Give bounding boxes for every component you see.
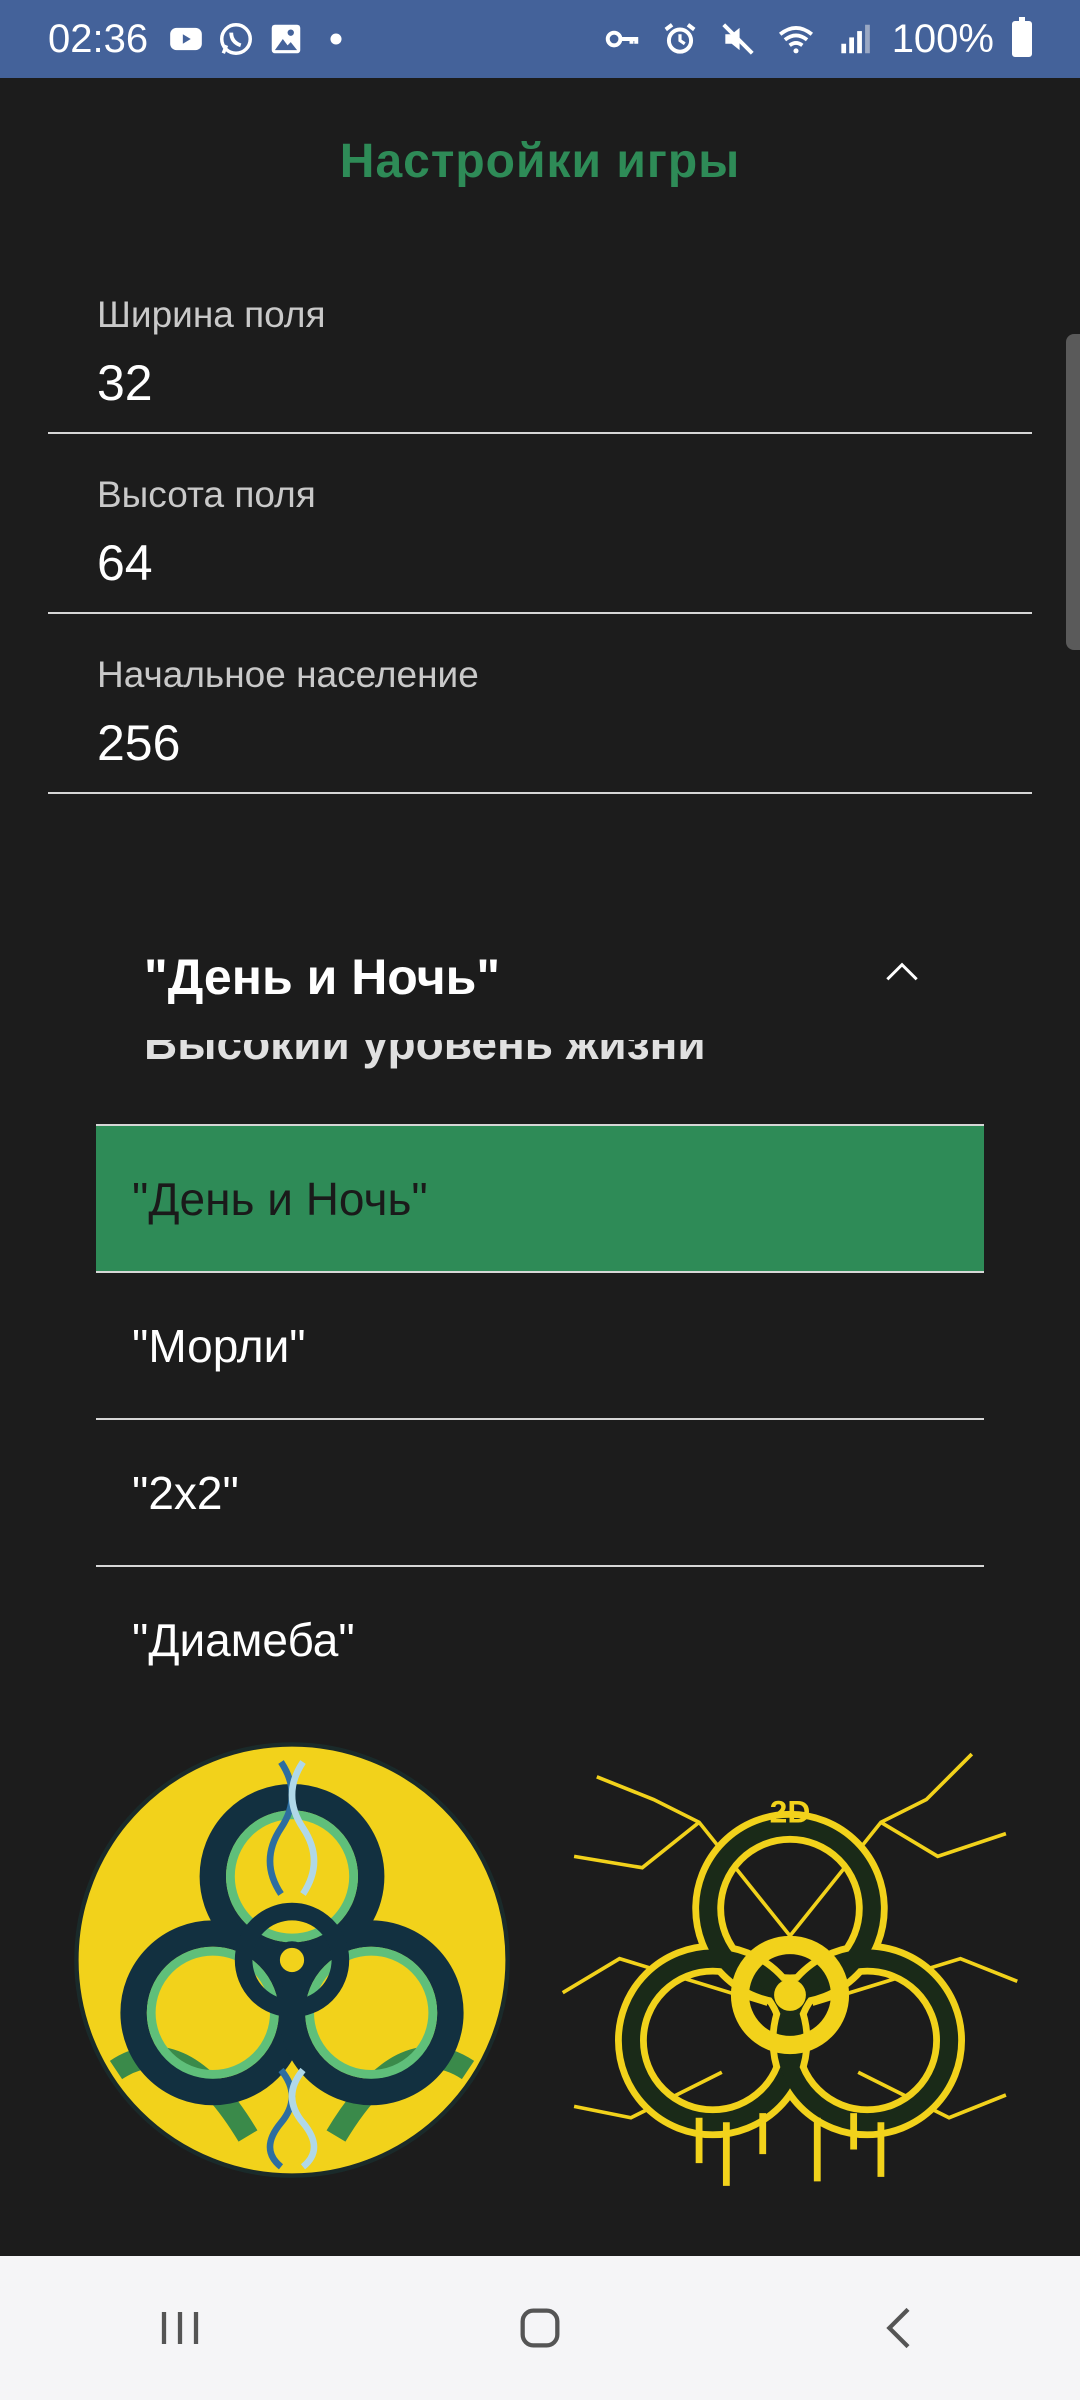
list-item-day-night[interactable]: "День и Ночь" [96, 1124, 984, 1271]
list-item-partial[interactable]: Высокий уровень жизни [144, 1040, 706, 1070]
mute-icon [718, 19, 758, 59]
back-icon[interactable] [840, 2268, 960, 2388]
youtube-icon [166, 19, 206, 59]
status-bar: 02:36 100% [0, 0, 1080, 78]
field-height[interactable]: Высота поля 64 [48, 434, 1032, 614]
battery-text: 100% [891, 16, 994, 61]
field-width[interactable]: Ширина поля 32 [48, 254, 1032, 434]
home-icon[interactable] [480, 2268, 600, 2388]
system-nav-bar [0, 2256, 1080, 2400]
list-item-2x2[interactable]: "2x2" [96, 1418, 984, 1565]
status-time: 02:36 [48, 16, 149, 61]
field-height-input[interactable]: 64 [97, 534, 153, 592]
biohazard-2d-emblem[interactable]: 2D [540, 1730, 1040, 2210]
list-item-label: "Диамеба" [132, 1613, 355, 1666]
vpn-key-icon [602, 19, 642, 59]
page-title: Настройки игры [339, 135, 741, 188]
field-population[interactable]: Начальное население 256 [48, 614, 1032, 794]
field-population-label: Начальное население [97, 654, 479, 695]
rule-dropdown-list[interactable]: Высокий уровень жизни "День и Ночь" "Мор… [96, 1040, 984, 1680]
list-item-diameba[interactable]: "Диамеба" [96, 1565, 984, 1680]
field-height-label: Высота поля [97, 474, 316, 515]
dot-icon [316, 19, 356, 59]
chevron-up-icon [880, 950, 924, 994]
alarm-icon [660, 19, 700, 59]
battery-icon [1012, 17, 1032, 57]
list-item-label: "2x2" [132, 1466, 239, 1519]
rule-spinner[interactable]: "День и Ночь" [96, 920, 984, 1040]
system-icons: 100% [602, 17, 1032, 62]
list-item-label: "День и Ночь" [132, 1172, 428, 1225]
biohazard-dna-emblem[interactable] [72, 1740, 512, 2180]
emblem-2d-text: 2D [770, 1793, 811, 1829]
wifi-icon [776, 19, 816, 59]
field-population-input[interactable]: 256 [97, 714, 180, 772]
scrollbar[interactable] [1066, 334, 1080, 650]
recents-icon[interactable] [120, 2268, 240, 2388]
list-item-morley[interactable]: "Морли" [96, 1271, 984, 1418]
spinner-selected-value: "День и Ночь" [144, 949, 501, 1005]
whatsapp-icon [216, 19, 256, 59]
field-width-input[interactable]: 32 [97, 354, 153, 412]
screen: 02:36 100% Настройки игры Ширина поля 32… [0, 0, 1080, 2400]
signal-icon [834, 19, 874, 59]
notification-icons [166, 19, 356, 59]
field-width-label: Ширина поля [97, 294, 326, 335]
gallery-icon [266, 19, 306, 59]
list-item-label: "Морли" [132, 1319, 306, 1372]
